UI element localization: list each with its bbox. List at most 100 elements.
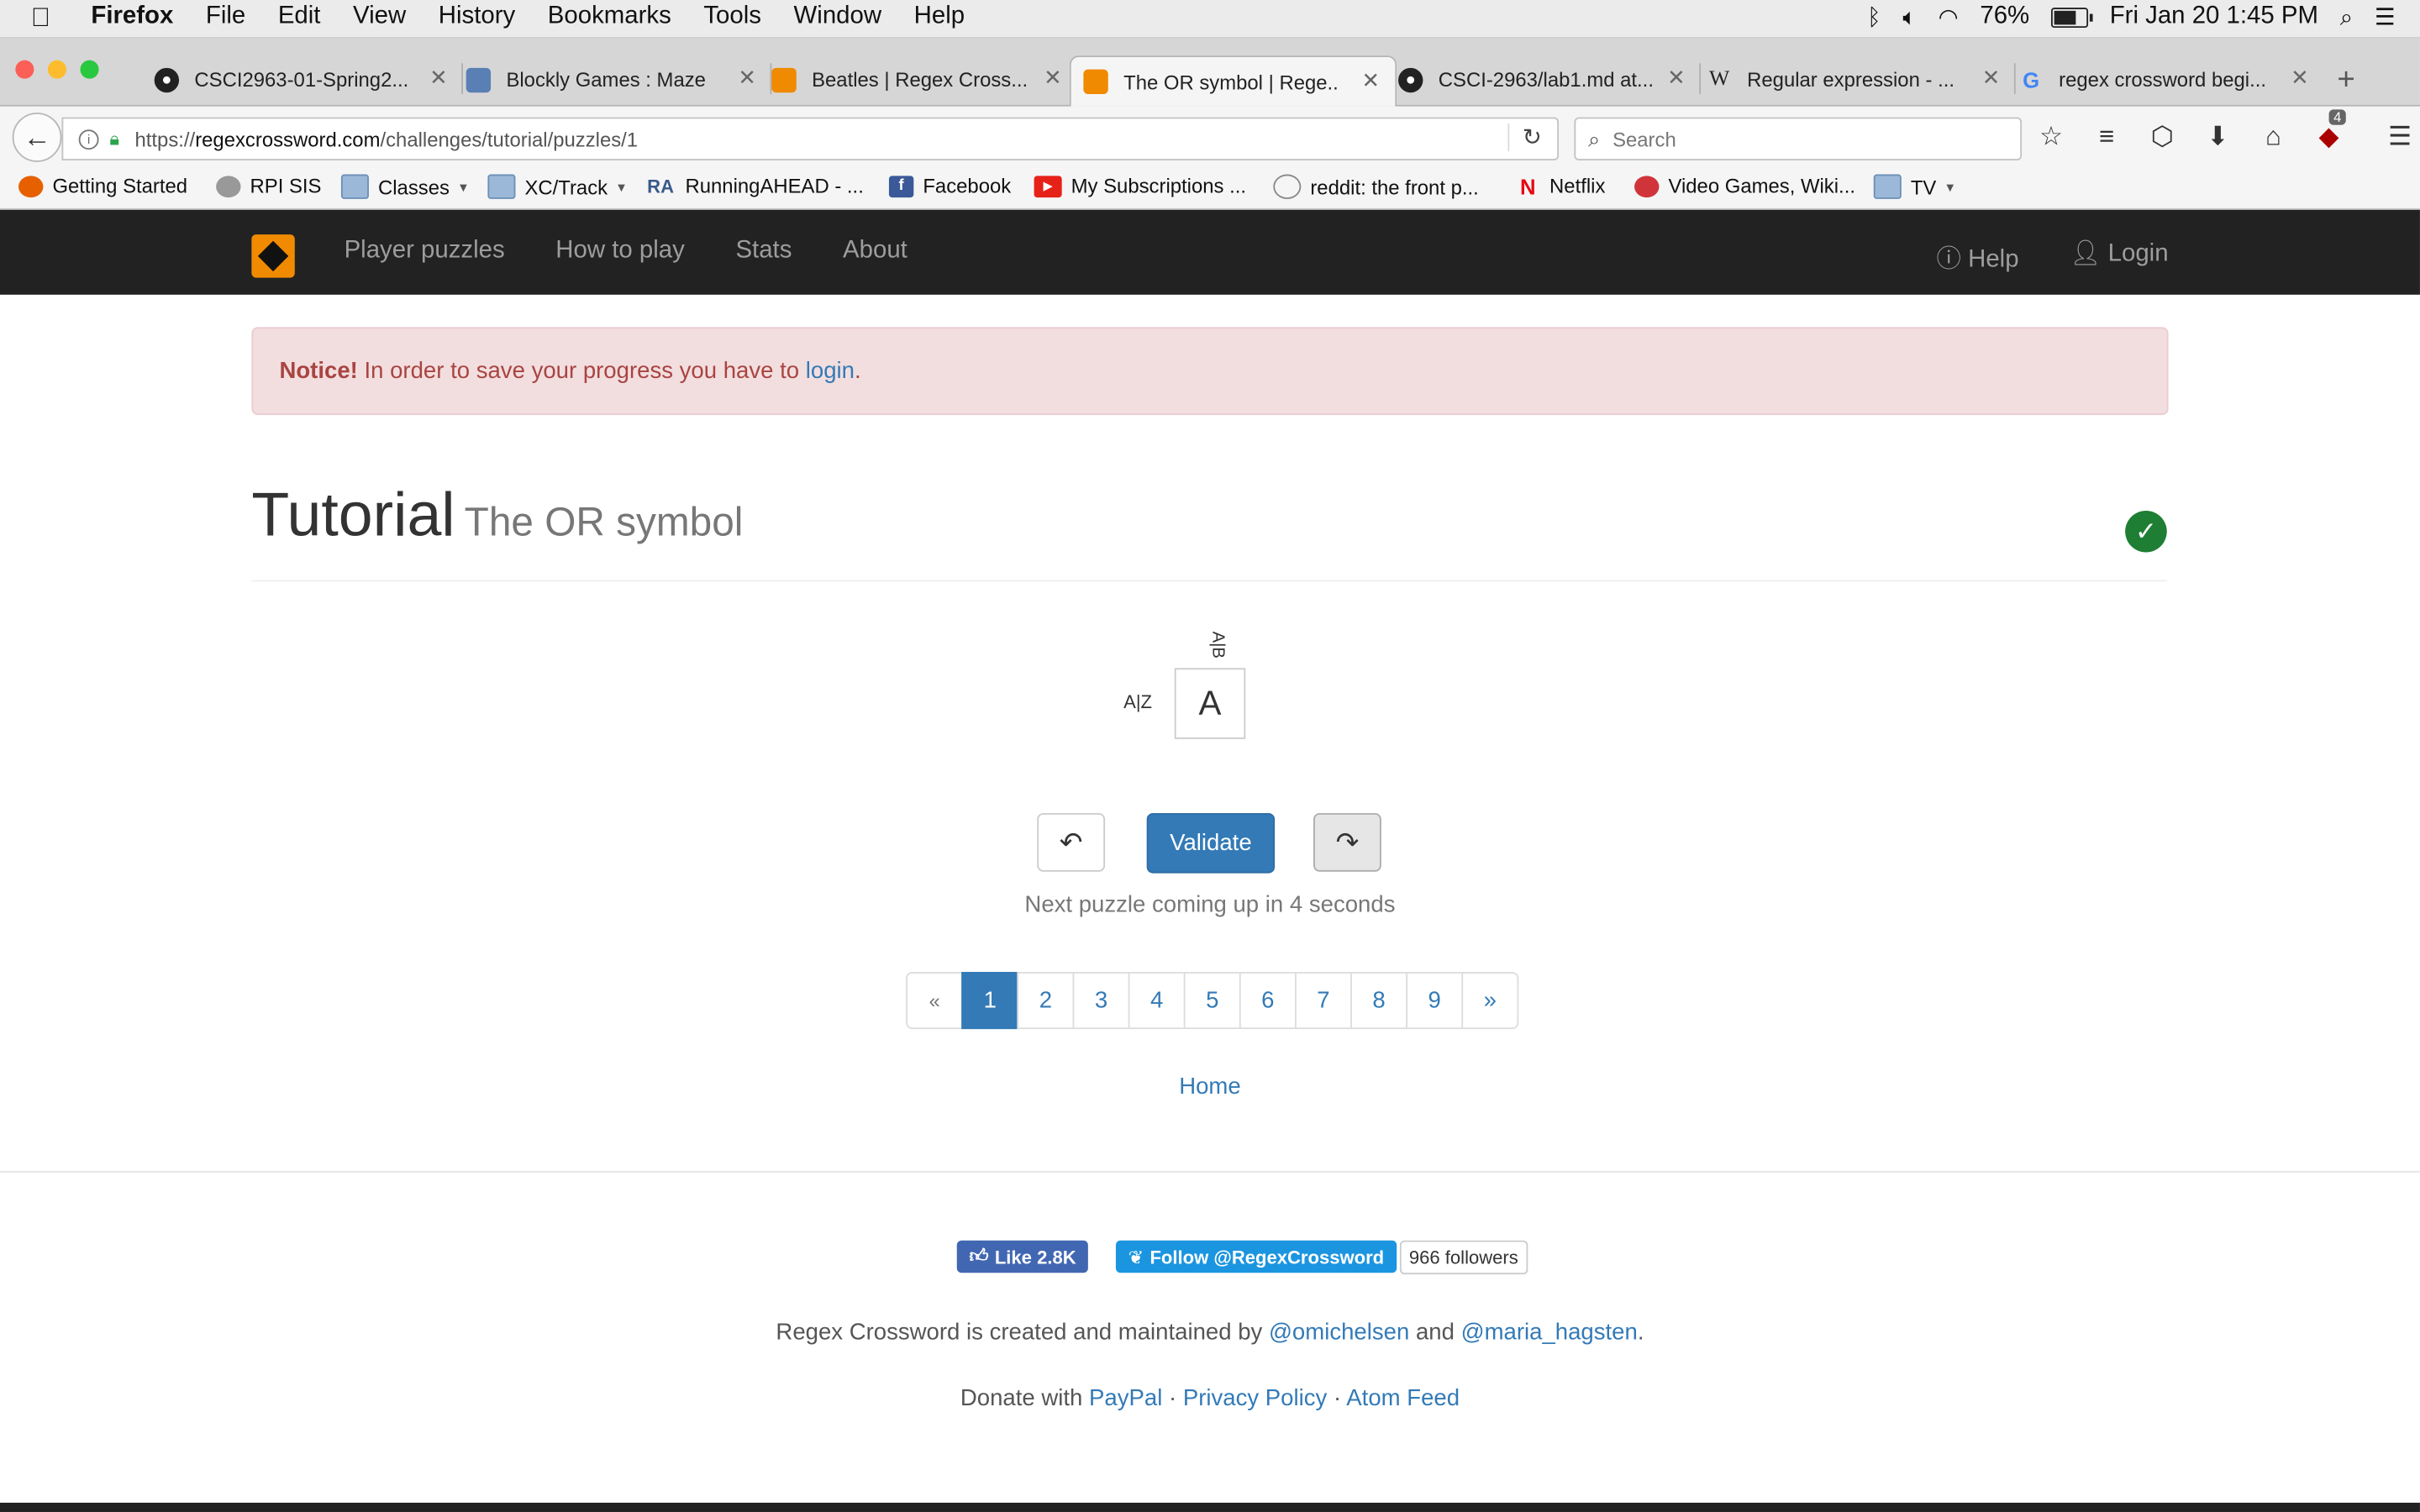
clock[interactable]: Fri Jan 20 1:45 PM [2110,3,2318,31]
new-tab-button[interactable]: + [2337,63,2354,98]
tab-github-csci[interactable]: ● CSCI2963-01-Spring2... ✕ [139,54,464,105]
paypal-link[interactable]: PayPal [1089,1385,1162,1411]
reading-list-icon[interactable]: ≡ [2090,122,2123,153]
pagination-page-7[interactable]: 7 [1294,972,1352,1030]
bookmark-rpi-sis[interactable]: RPI SIS [216,175,321,197]
tab-title: regex crossword begi... [2059,67,2267,92]
minimize-window-button[interactable] [47,60,66,79]
redo-icon: ↷ [1335,826,1360,858]
wifi-icon[interactable]: ◠ [1939,3,1959,31]
tab-github-lab1[interactable]: ● CSCI-2963/lab1.md at... ✕ [1386,54,1702,105]
bookmark-getting-started[interactable]: Getting Started [18,175,187,197]
url-bar[interactable]: i 🔒︎ https://regexcrossword.com/challeng… [61,117,1560,161]
menu-file[interactable]: File [206,3,245,31]
tab-title: Beatles | Regex Cross... [812,67,1028,92]
volume-icon[interactable]: 🔈︎ [1902,4,1917,30]
separator: · [1327,1385,1347,1412]
pagination-next[interactable]: » [1461,972,1519,1030]
nav-player-puzzles[interactable]: Player puzzles [345,238,505,265]
tab-close-icon[interactable]: ✕ [429,65,448,91]
pagination-page-6[interactable]: 6 [1239,972,1297,1030]
bookmark-folder-classes[interactable]: Classes ▼ [340,174,470,199]
bookmark-runningahead[interactable]: RA RunningAHEAD - ... [645,175,864,198]
facebook-like-button[interactable]: 👍︎ Like 2.8K [956,1240,1089,1273]
spotlight-search-icon[interactable]: ⌕ [2340,4,2353,30]
twitter-follower-count[interactable]: 966 followers [1399,1240,1528,1275]
menu-tools[interactable]: Tools [703,3,761,31]
downloads-icon[interactable]: ⬇ [2201,122,2234,153]
bookmark-facebook[interactable]: f Facebook [888,175,1011,197]
tab-title: CSCI2963-01-Spring2... [194,67,409,92]
bookmark-reddit[interactable]: reddit: the front p... [1273,174,1479,199]
bookmark-star-icon[interactable]: ☆ [2034,122,2068,153]
menu-history[interactable]: History [439,3,515,31]
login-link[interactable]: login [806,358,855,384]
apple-menu-icon[interactable]:  [31,3,50,34]
bookmark-netflix[interactable]: N Netflix [1516,173,1605,199]
tab-blockly-maze[interactable]: Blockly Games : Maze ✕ [450,54,772,105]
nav-stats[interactable]: Stats [735,238,792,265]
pagination-page-3[interactable]: 3 [1072,972,1130,1030]
home-link[interactable]: Home [0,1074,2420,1100]
pagination-page-9[interactable]: 9 [1406,972,1464,1030]
hamburger-menu-icon[interactable]: ☰ [2383,122,2417,153]
url-text[interactable]: https://regexcrossword.com/challenges/tu… [135,128,639,151]
tab-or-symbol-active[interactable]: The OR symbol | Rege... ✕ [1069,55,1397,107]
bluetooth-icon[interactable]: ᛒ [1867,4,1881,30]
close-window-button[interactable] [15,60,34,79]
pagination-page-8[interactable]: 8 [1350,972,1408,1030]
privacy-policy-link[interactable]: Privacy Policy [1183,1385,1327,1411]
pagination-prev[interactable]: « [906,972,964,1030]
pagination-page-5[interactable]: 5 [1183,972,1241,1030]
author-maria-hagsten-link[interactable]: @maria_hagsten [1461,1319,1638,1345]
pagination-page-2[interactable]: 2 [1017,972,1075,1030]
tab-beatles-regex[interactable]: Beatles | Regex Cross... ✕ [760,54,1077,105]
menu-view[interactable]: View [353,3,406,31]
puzzle-cell[interactable]: A [1174,668,1246,739]
tab-google-search[interactable]: G regex crossword begi... ✕ [2003,54,2324,105]
ublock-icon[interactable]: ◆ 4 [2312,109,2346,153]
reload-icon[interactable]: ↻ [1508,123,1542,151]
tab-close-icon[interactable]: ✕ [738,65,756,91]
menu-edit[interactable]: Edit [278,3,321,31]
bookmark-video-games-wiki[interactable]: Video Games, Wiki... [1634,175,1855,197]
site-info-icon[interactable]: i [78,129,99,150]
home-icon[interactable]: ⌂ [2256,122,2290,153]
nav-how-to-play[interactable]: How to play [555,238,685,265]
regexcrossword-logo[interactable] [251,234,295,278]
validate-button[interactable]: Validate [1146,812,1276,874]
back-button[interactable]: ← [12,113,62,162]
bookmark-folder-tv[interactable]: TV ▼ [1873,174,1957,199]
tab-close-icon[interactable]: ✕ [1982,65,2001,91]
tab-wikipedia-regex[interactable]: W Regular expression - ... ✕ [1691,54,2016,105]
tab-close-icon[interactable]: ✕ [2291,65,2309,91]
redo-button[interactable]: ↷ [1313,812,1381,872]
menu-window[interactable]: Window [794,3,882,31]
battery-icon[interactable] [2050,7,2093,28]
author-omichelsen-link[interactable]: @omichelsen [1269,1319,1409,1345]
nav-help[interactable]: ⓘ Help [1937,238,2019,275]
menu-bookmarks[interactable]: Bookmarks [548,3,671,31]
atom-feed-link[interactable]: Atom Feed [1346,1385,1460,1411]
battery-percent[interactable]: 76% [1980,3,2029,31]
pocket-icon[interactable]: ⬡ [2145,122,2179,153]
tab-close-icon[interactable]: ✕ [1667,65,1686,91]
chevron-down-icon: ▼ [1944,179,1957,194]
column-clue: A|B [1208,631,1228,659]
nav-about[interactable]: About [843,238,908,265]
undo-button[interactable]: ↶ [1037,812,1106,872]
zoom-window-button[interactable] [80,60,99,79]
bookmark-youtube-subscriptions[interactable]: ▶ My Subscriptions ... [1034,175,1246,197]
twitter-follow-button[interactable]: ❦ Follow @RegexCrossword [1115,1240,1397,1273]
netflix-icon: N [1520,173,1536,199]
tab-close-icon[interactable]: ✕ [1361,68,1380,94]
pagination-page-1[interactable]: 1 [961,972,1019,1030]
tab-close-icon[interactable]: ✕ [1044,65,1062,91]
pagination-page-4[interactable]: 4 [1128,972,1186,1030]
notification-center-icon[interactable]: ☰ [2375,3,2396,31]
nav-login[interactable]: 👤︎ Login [2070,238,2168,275]
bookmark-folder-xctrack[interactable]: XC/Track ▼ [487,174,628,199]
menu-firefox[interactable]: Firefox [91,3,173,31]
search-bar[interactable]: ⌕ Search [1574,117,2023,161]
menu-help[interactable]: Help [914,3,965,31]
